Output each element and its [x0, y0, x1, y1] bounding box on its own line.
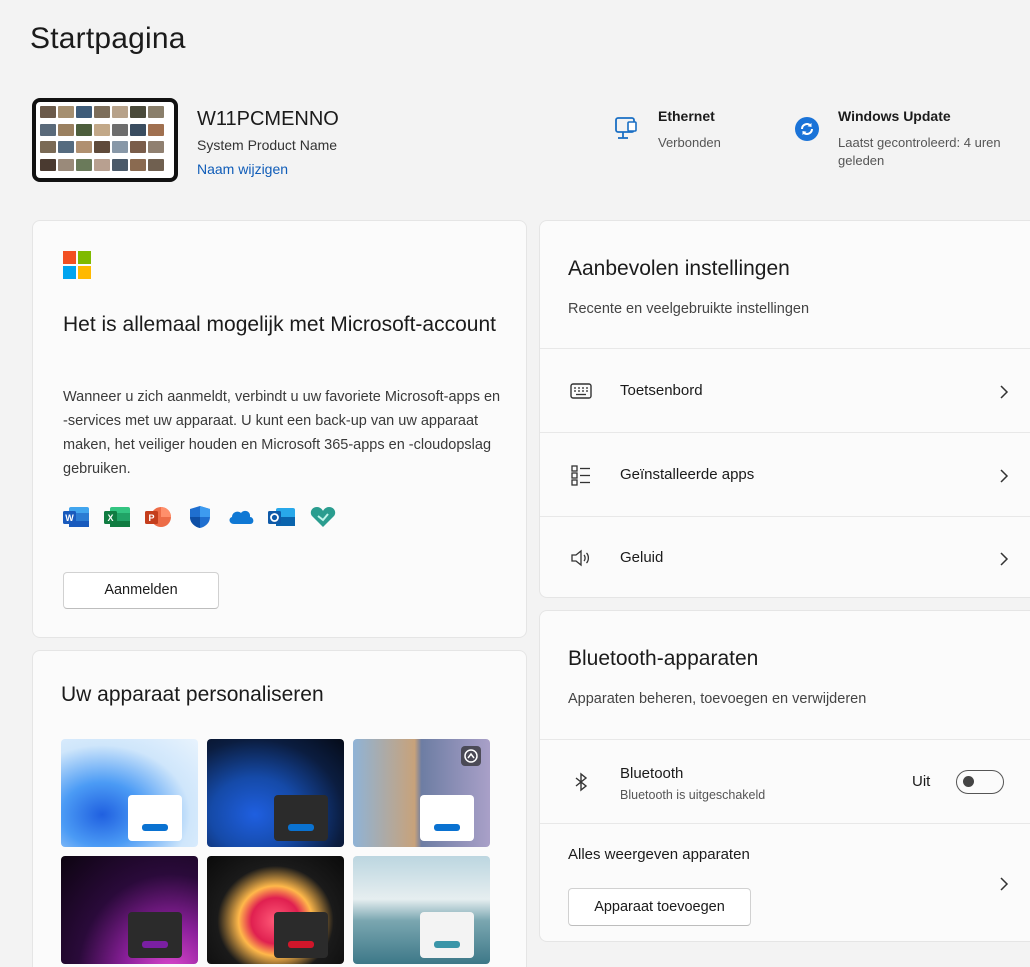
microsoft-account-description: Wanneer u zich aanmeldt, verbindt u uw f…	[63, 389, 501, 477]
theme-window-preview	[420, 912, 474, 958]
toggle-knob	[963, 776, 974, 787]
theme-tile[interactable]	[61, 856, 198, 964]
chevron-right-icon	[1000, 877, 1009, 891]
powerpoint-icon: P	[145, 507, 171, 527]
defender-icon	[190, 506, 210, 528]
device-model: System Product Name	[197, 137, 338, 153]
chevron-right-icon	[1000, 552, 1009, 566]
personalize-title: Uw apparaat personaliseren	[61, 683, 324, 706]
theme-accent-swatch	[142, 824, 168, 831]
setting-row-keyboard[interactable]: Toetsenbord	[540, 348, 1030, 432]
theme-tile[interactable]	[353, 856, 490, 964]
windows-update-value-line2: geleden	[838, 153, 885, 168]
setting-row-label: Toetsenbord	[620, 382, 703, 399]
windows-update-value: Laatst gecontroleerd: 4 uren geleden	[838, 134, 1001, 170]
bluetooth-subtitle: Apparaten beheren, toevoegen en verwijde…	[568, 691, 867, 707]
svg-text:X: X	[107, 513, 113, 523]
bluetooth-toggle-state: Uit	[912, 773, 931, 790]
theme-tile[interactable]	[61, 739, 198, 847]
ethernet-value: Verbonden	[658, 135, 721, 150]
theme-accent-swatch	[434, 941, 460, 948]
theme-tile[interactable]	[207, 856, 344, 964]
bluetooth-icon	[575, 772, 588, 792]
theme-accent-swatch	[142, 941, 168, 948]
excel-icon: X	[104, 507, 130, 527]
microsoft-logo-icon	[63, 251, 91, 279]
device-name: W11PCMENNO	[197, 108, 339, 130]
keyboard-icon	[570, 383, 592, 399]
outlook-icon	[268, 508, 295, 526]
theme-accent-swatch	[434, 824, 460, 831]
ethernet-label: Ethernet	[658, 108, 715, 124]
wallpaper-collage	[40, 106, 170, 174]
family-safety-icon	[310, 507, 336, 527]
spotlight-icon	[461, 746, 481, 766]
theme-window-preview	[274, 795, 328, 841]
theme-accent-swatch	[288, 941, 314, 948]
signin-button[interactable]: Aanmelden	[63, 572, 219, 609]
microsoft-account-title: Het is allemaal mogelijk met Microsoft-a…	[63, 313, 496, 336]
bluetooth-row: Bluetooth Bluetooth is uitgeschakeld Uit	[540, 739, 1030, 823]
installed-apps-icon	[571, 465, 590, 486]
theme-tiles	[61, 739, 490, 964]
svg-text:P: P	[148, 513, 154, 523]
word-icon: W	[63, 507, 89, 527]
setting-row-label: Geïnstalleerde apps	[620, 466, 755, 483]
bluetooth-devices-card: Bluetooth-apparaten Apparaten beheren, t…	[539, 610, 1030, 942]
recommended-settings-card: Aanbevolen instellingen Recente en veelg…	[539, 220, 1030, 598]
bluetooth-title: Bluetooth-apparaten	[568, 647, 759, 670]
ethernet-icon	[615, 117, 637, 139]
setting-row-label: Geluid	[620, 549, 664, 566]
theme-tile[interactable]	[353, 739, 490, 847]
personalize-card: Uw apparaat personaliseren	[32, 650, 527, 967]
show-all-devices-row[interactable]: Alles weergeven apparaten Apparaat toevo…	[540, 823, 1030, 943]
page-title: Startpagina	[30, 22, 186, 55]
device-wallpaper-thumbnail	[32, 98, 178, 182]
setting-row-installed-apps[interactable]: Geïnstalleerde apps	[540, 432, 1030, 516]
bluetooth-label: Bluetooth	[620, 765, 684, 782]
windows-update-icon	[795, 117, 819, 141]
speaker-icon	[571, 549, 590, 567]
theme-tile[interactable]	[207, 739, 344, 847]
recommended-subtitle: Recente en veelgebruikte instellingen	[568, 301, 810, 317]
recommended-title: Aanbevolen instellingen	[568, 257, 790, 280]
rename-device-link[interactable]: Naam wijzigen	[197, 161, 288, 177]
show-all-devices-label: Alles weergeven apparaten	[568, 846, 750, 863]
svg-text:W: W	[65, 513, 74, 523]
onedrive-icon	[229, 510, 254, 524]
microsoft-apps-row: W X P	[63, 505, 337, 529]
theme-accent-swatch	[288, 824, 314, 831]
theme-window-preview	[420, 795, 474, 841]
theme-window-preview	[128, 795, 182, 841]
chevron-right-icon	[1000, 385, 1009, 399]
bluetooth-status: Bluetooth is uitgeschakeld	[620, 788, 766, 802]
add-device-button[interactable]: Apparaat toevoegen	[568, 888, 751, 926]
windows-update-label: Windows Update	[838, 108, 951, 124]
theme-window-preview	[274, 912, 328, 958]
windows-update-value-line1: Laatst gecontroleerd: 4 uren	[838, 135, 1001, 150]
chevron-right-icon	[1000, 469, 1009, 483]
microsoft-account-card: Het is allemaal mogelijk met Microsoft-a…	[32, 220, 527, 638]
theme-window-preview	[128, 912, 182, 958]
bluetooth-toggle[interactable]	[956, 770, 1004, 794]
setting-row-sound[interactable]: Geluid	[540, 516, 1030, 599]
